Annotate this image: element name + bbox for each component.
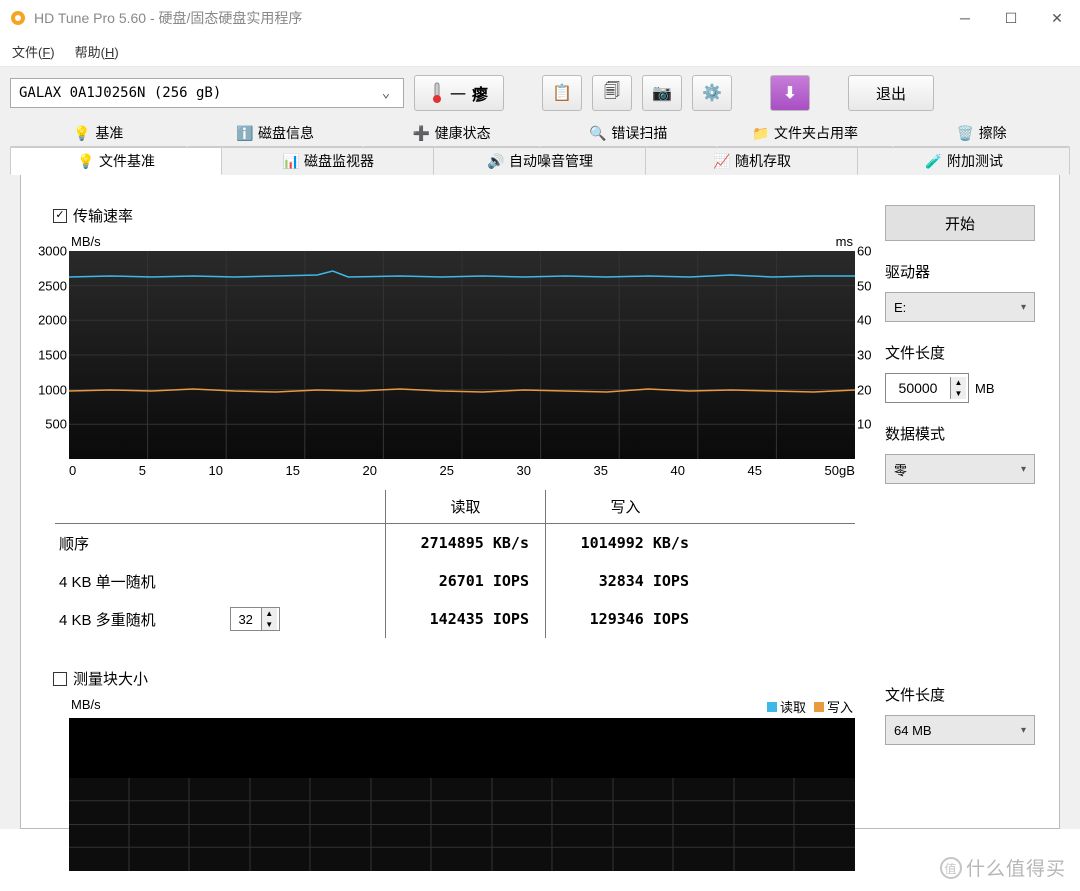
chart2-y-axis: 25201510 xyxy=(69,718,855,778)
chart-unit-right: ms xyxy=(836,234,853,249)
datapattern-label: 数据模式 xyxy=(885,423,1035,444)
filelen2-label: 文件长度 xyxy=(885,684,1035,705)
table-row: 4 KB 多重随机 ▲▼ 142435 IOPS 129346 IOPS xyxy=(55,600,855,638)
spinner-down-icon[interactable]: ▼ xyxy=(262,619,277,630)
info-icon: ℹ️ xyxy=(236,125,252,141)
table-row: 顺序 2714895 KB/s 1014992 KB/s xyxy=(55,524,855,562)
chevron-down-icon: ⌄ xyxy=(377,85,395,101)
filelen-label: 文件长度 xyxy=(885,342,1035,363)
filelen2-select[interactable]: 64 MB ▾ xyxy=(885,715,1035,745)
random-icon: 📈 xyxy=(713,153,729,169)
save-button[interactable]: ⬇ xyxy=(770,75,810,111)
exit-button[interactable]: 退出 xyxy=(848,75,934,111)
tab-row-1: 💡基准 ℹ️磁盘信息 ➕健康状态 🔍错误扫描 📁文件夹占用率 🗑️擦除 xyxy=(10,119,1070,147)
driver-select[interactable]: E: ▾ xyxy=(885,292,1035,322)
copy-info-button[interactable]: 📋 xyxy=(542,75,582,111)
tab-file-benchmark[interactable]: 💡文件基准 xyxy=(10,147,222,175)
drive-select-value: GALAX 0A1J0256N (256 gB) xyxy=(19,85,221,101)
app-icon xyxy=(10,10,26,26)
chart-unit-left: MB/s xyxy=(71,234,101,249)
copy-image-icon: 🗐 xyxy=(604,80,620,107)
transfer-rate-label: 传输速率 xyxy=(73,205,133,226)
temperature-button[interactable]: 一 瘳 xyxy=(414,75,504,111)
tab-row-2: 💡文件基准 📊磁盘监视器 🔊自动噪音管理 📈随机存取 🧪附加测试 xyxy=(10,147,1070,175)
queue-depth-input[interactable] xyxy=(231,612,261,627)
side-panel: 开始 驱动器 E: ▾ 文件长度 ▲▼ MB 数据模式 零 ▾ xyxy=(885,205,1035,808)
copy-icon: 📋 xyxy=(552,83,572,103)
maximize-button[interactable]: ☐ xyxy=(988,3,1034,33)
chevron-down-icon: ▾ xyxy=(1021,725,1026,736)
search-icon: 🔍 xyxy=(589,125,605,141)
filelen-spinner[interactable]: ▲▼ xyxy=(885,373,969,403)
transfer-rate-checkbox[interactable]: ✓ xyxy=(53,209,67,223)
tab-extra-tests[interactable]: 🧪附加测试 xyxy=(858,147,1070,175)
chart2-unit-left: MB/s xyxy=(71,697,101,716)
y-axis-left: 300025002000 15001000500 xyxy=(29,251,67,459)
filelen-input[interactable] xyxy=(886,380,950,396)
spinner-up-icon[interactable]: ▲ xyxy=(262,608,277,619)
blocksize-label: 测量块大小 xyxy=(73,668,148,689)
menu-help[interactable]: 帮助(H) xyxy=(75,42,119,61)
tab-folder-usage[interactable]: 📁文件夹占用率 xyxy=(717,119,894,147)
trash-icon: 🗑️ xyxy=(957,125,973,141)
queue-depth-spinner[interactable]: ▲▼ xyxy=(230,607,280,631)
bulb-icon: 💡 xyxy=(73,125,89,141)
tab-random-access[interactable]: 📈随机存取 xyxy=(646,147,858,175)
filelen-unit: MB xyxy=(975,381,995,396)
table-row: 4 KB 单一随机 26701 IOPS 32834 IOPS xyxy=(55,562,855,600)
start-button[interactable]: 开始 xyxy=(885,205,1035,241)
blocksize-checkbox[interactable] xyxy=(53,672,67,686)
results-table: 读取 写入 顺序 2714895 KB/s 1014992 KB/s 4 KB … xyxy=(55,490,855,638)
close-button[interactable]: ✕ xyxy=(1034,3,1080,33)
toolbar: GALAX 0A1J0256N (256 gB) ⌄ 一 瘳 📋 🗐 📷 ⚙️ … xyxy=(10,75,1070,111)
driver-label: 驱动器 xyxy=(885,261,1035,282)
test-icon: 🧪 xyxy=(925,153,941,169)
chevron-down-icon: ▾ xyxy=(1021,302,1026,313)
watermark: 值 什么值得买 xyxy=(940,854,1066,881)
tab-disk-monitor[interactable]: 📊磁盘监视器 xyxy=(222,147,434,175)
chevron-down-icon: ▾ xyxy=(1021,464,1026,475)
chart2-legend: 读取 写入 xyxy=(767,697,853,716)
y-axis-right: 605040 302010 xyxy=(857,251,883,459)
chart-icon: 📊 xyxy=(282,153,298,169)
blocksize-chart: 25201510 xyxy=(69,718,855,808)
copy-screenshot-button[interactable]: 🗐 xyxy=(592,75,632,111)
screenshot-button[interactable]: 📷 xyxy=(642,75,682,111)
tab-error-scan[interactable]: 🔍错误扫描 xyxy=(540,119,717,147)
download-icon: ⬇ xyxy=(783,83,796,103)
window-title: HD Tune Pro 5.60 - 硬盘/固态硬盘实用程序 xyxy=(34,8,302,28)
title-bar: HD Tune Pro 5.60 - 硬盘/固态硬盘实用程序 ─ ☐ ✕ xyxy=(0,0,1080,36)
thermometer-icon xyxy=(430,82,444,104)
tab-info[interactable]: ℹ️磁盘信息 xyxy=(187,119,364,147)
menu-bar: 文件(F) 帮助(H) xyxy=(0,36,1080,66)
spinner-down-icon[interactable]: ▼ xyxy=(951,388,966,399)
legend-write-swatch xyxy=(814,702,824,712)
folder-icon: 📁 xyxy=(752,125,768,141)
speaker-icon: 🔊 xyxy=(487,153,503,169)
spinner-up-icon[interactable]: ▲ xyxy=(951,377,966,388)
drive-select[interactable]: GALAX 0A1J0256N (256 gB) ⌄ xyxy=(10,78,404,108)
gear-icon: ⚙️ xyxy=(702,83,722,103)
options-button[interactable]: ⚙️ xyxy=(692,75,732,111)
tab-health[interactable]: ➕健康状态 xyxy=(363,119,540,147)
transfer-chart: 300025002000 15001000500 605040 302010 xyxy=(69,251,855,459)
content-panel: ✓ 传输速率 MB/s ms 300025002000 15001000500 xyxy=(20,175,1060,829)
watermark-icon: 值 xyxy=(940,857,962,879)
tab-benchmark[interactable]: 💡基准 xyxy=(10,119,187,147)
datapattern-select[interactable]: 零 ▾ xyxy=(885,454,1035,484)
header-write: 写入 xyxy=(545,490,705,523)
header-read: 读取 xyxy=(385,490,545,523)
minimize-button[interactable]: ─ xyxy=(942,3,988,33)
tab-aam[interactable]: 🔊自动噪音管理 xyxy=(434,147,646,175)
x-axis: 0510152025 3035404550gB xyxy=(69,459,855,478)
camera-icon: 📷 xyxy=(652,83,672,103)
legend-read-swatch xyxy=(767,702,777,712)
health-icon: ➕ xyxy=(413,125,429,141)
bulb-icon: 💡 xyxy=(77,153,93,169)
menu-file[interactable]: 文件(F) xyxy=(12,42,55,61)
tab-erase[interactable]: 🗑️擦除 xyxy=(893,119,1070,147)
svg-text:值: 值 xyxy=(944,861,957,876)
